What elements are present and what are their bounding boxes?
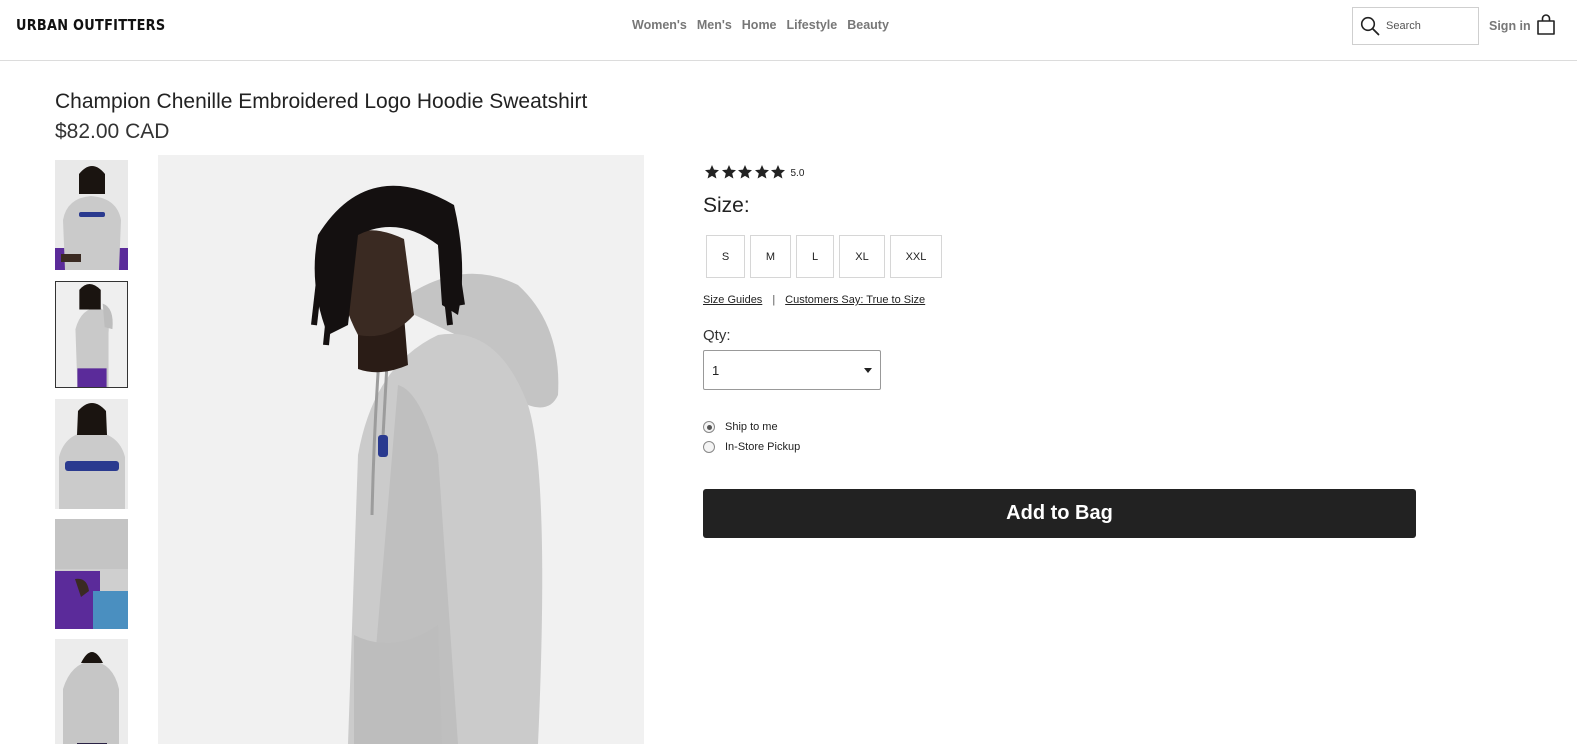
product-rating[interactable]: 5.0 (704, 164, 804, 180)
size-guides-link[interactable]: Size Guides (703, 294, 762, 306)
site-logo[interactable]: URBAN OUTFITTERS (16, 16, 165, 34)
add-to-bag-button[interactable]: Add to Bag (703, 489, 1416, 538)
size-links: Size Guides | Customers Say: True to Siz… (703, 294, 925, 306)
nav-item-womens[interactable]: Women's (632, 18, 687, 32)
star-icon (754, 165, 769, 179)
site-header: URBAN OUTFITTERS Women's Men's Home Life… (0, 0, 1577, 61)
size-button-xl[interactable]: XL (839, 235, 885, 278)
size-button-l[interactable]: L (796, 235, 834, 278)
product-thumbnail-3[interactable] (55, 399, 128, 509)
size-button-xxl[interactable]: XXL (890, 235, 942, 278)
search-icon (1360, 16, 1380, 36)
qty-label: Qty: (703, 327, 731, 344)
ship-to-me-radio[interactable] (703, 421, 715, 433)
product-price: $82.00 CAD (55, 120, 170, 143)
product-thumbnail-4[interactable] (55, 519, 128, 629)
shopping-bag-icon[interactable] (1536, 14, 1556, 36)
rating-value: 5.0 (790, 168, 805, 179)
size-button-m[interactable]: M (750, 235, 791, 278)
nav-item-beauty[interactable]: Beauty (847, 18, 889, 32)
link-separator: | (772, 294, 776, 306)
in-store-pickup-label: In-Store Pickup (725, 441, 801, 453)
nav-item-mens[interactable]: Men's (697, 18, 732, 32)
product-thumbnail-1[interactable] (55, 160, 128, 270)
delivery-option-ship[interactable]: Ship to me (703, 421, 778, 433)
star-icon (771, 165, 785, 179)
search-box[interactable] (1352, 7, 1479, 45)
sign-in-link[interactable]: Sign in (1489, 19, 1531, 33)
ship-to-me-label: Ship to me (725, 421, 778, 433)
fit-feedback-link[interactable]: Customers Say: True to Size (785, 294, 925, 306)
star-icon (721, 165, 736, 179)
caret-down-icon (864, 368, 872, 373)
product-thumbnail-2[interactable] (55, 281, 128, 388)
main-nav: Women's Men's Home Lifestyle Beauty (632, 18, 889, 32)
product-thumbnail-5[interactable] (55, 639, 128, 744)
product-title: Champion Chenille Embroidered Logo Hoodi… (55, 90, 588, 113)
qty-value: 1 (712, 362, 720, 378)
search-input[interactable] (1386, 20, 1471, 32)
nav-item-lifestyle[interactable]: Lifestyle (787, 18, 838, 32)
size-label: Size: (703, 194, 750, 217)
in-store-pickup-radio[interactable] (703, 441, 715, 453)
star-icon (738, 165, 752, 179)
qty-select[interactable]: 1 (703, 350, 881, 390)
delivery-option-pickup[interactable]: In-Store Pickup (703, 441, 800, 453)
size-options: S M L XL XXL (706, 235, 942, 278)
size-button-s[interactable]: S (706, 235, 745, 278)
star-icon (705, 165, 719, 179)
nav-item-home[interactable]: Home (742, 18, 777, 32)
product-main-image[interactable] (158, 155, 644, 744)
